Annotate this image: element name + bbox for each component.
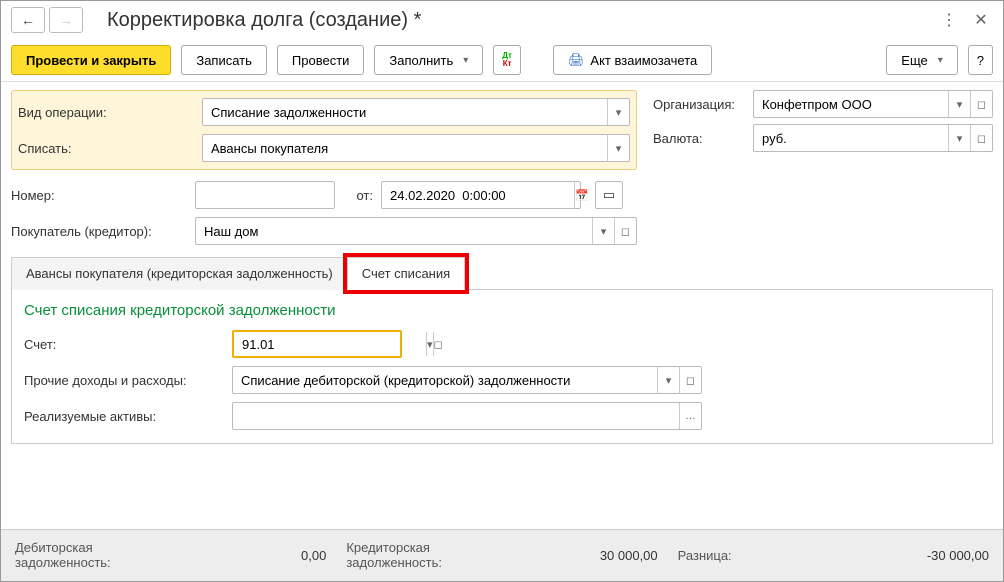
dtkt-icon: ДтКт bbox=[502, 52, 512, 68]
op-type-label: Вид операции: bbox=[18, 105, 194, 120]
tab-writeoff-account[interactable]: Счет списания bbox=[347, 257, 465, 290]
fill-button[interactable]: Заполнить bbox=[374, 45, 483, 75]
org-open-icon[interactable]: ◻ bbox=[970, 91, 992, 117]
currency-dropdown-icon[interactable]: ▾ bbox=[948, 125, 970, 151]
org-dropdown-icon[interactable]: ▾ bbox=[948, 91, 970, 117]
post-and-close-button[interactable]: Провести и закрыть bbox=[11, 45, 171, 75]
currency-label: Валюта: bbox=[653, 131, 745, 146]
op-type-input[interactable] bbox=[203, 99, 607, 125]
org-label: Организация: bbox=[653, 97, 745, 112]
date-extra-button[interactable]: ▭ bbox=[595, 181, 623, 209]
org-input[interactable] bbox=[754, 91, 948, 117]
account-input[interactable] bbox=[234, 332, 426, 356]
tab-advances[interactable]: Авансы покупателя (кредиторская задолжен… bbox=[11, 257, 348, 290]
close-icon[interactable]: ✕ bbox=[969, 8, 993, 32]
help-button[interactable]: ? bbox=[968, 45, 993, 75]
diff-value: -30 000,00 bbox=[740, 548, 989, 563]
debit-value: 0,00 bbox=[119, 548, 327, 563]
print-icon: 🖨 bbox=[568, 52, 585, 68]
assets-open-icon[interactable]: … bbox=[679, 403, 701, 429]
currency-open-icon[interactable]: ◻ bbox=[970, 125, 992, 151]
save-button[interactable]: Записать bbox=[181, 45, 267, 75]
buyer-open-icon[interactable]: ◻ bbox=[614, 218, 636, 244]
debit-label: Дебиторская задолженность: bbox=[15, 540, 111, 571]
credit-value: 30 000,00 bbox=[450, 548, 658, 563]
post-button[interactable]: Провести bbox=[277, 45, 365, 75]
number-label: Номер: bbox=[11, 188, 187, 203]
act-button[interactable]: 🖨 Акт взаимозачета bbox=[553, 45, 712, 75]
date-input[interactable] bbox=[382, 182, 574, 208]
other-label: Прочие доходы и расходы: bbox=[24, 373, 224, 388]
account-label: Счет: bbox=[24, 337, 224, 352]
writeoff-input[interactable] bbox=[203, 135, 607, 161]
calendar-icon[interactable]: 📅 bbox=[574, 182, 589, 208]
buyer-dropdown-icon[interactable]: ▾ bbox=[592, 218, 614, 244]
buyer-label: Покупатель (кредитор): bbox=[11, 224, 187, 239]
act-label: Акт взаимозачета bbox=[590, 53, 697, 68]
other-dropdown-icon[interactable]: ▾ bbox=[657, 367, 679, 393]
account-open-icon[interactable]: ◻ bbox=[433, 332, 443, 356]
op-type-dropdown-icon[interactable]: ▾ bbox=[607, 99, 629, 125]
credit-label: Кредиторская задолженность: bbox=[346, 540, 442, 571]
assets-input[interactable] bbox=[233, 403, 679, 429]
diff-label: Разница: bbox=[678, 548, 732, 564]
currency-input[interactable] bbox=[754, 125, 948, 151]
assets-label: Реализуемые активы: bbox=[24, 409, 224, 424]
nav-forward-button[interactable]: → bbox=[49, 7, 83, 33]
more-button[interactable]: Еще bbox=[886, 45, 957, 75]
menu-icon[interactable]: ⋮ bbox=[937, 8, 961, 32]
window-title: Корректировка долга (создание) * bbox=[107, 9, 929, 32]
dtkt-button[interactable]: ДтКт bbox=[493, 45, 521, 75]
buyer-input[interactable] bbox=[196, 218, 592, 244]
other-open-icon[interactable]: ◻ bbox=[679, 367, 701, 393]
writeoff-dropdown-icon[interactable]: ▾ bbox=[607, 135, 629, 161]
date-label: от: bbox=[343, 188, 373, 203]
writeoff-label: Списать: bbox=[18, 141, 194, 156]
nav-back-button[interactable]: ← bbox=[11, 7, 45, 33]
section-title: Счет списания кредиторской задолженности bbox=[24, 302, 980, 319]
other-input[interactable] bbox=[233, 367, 657, 393]
